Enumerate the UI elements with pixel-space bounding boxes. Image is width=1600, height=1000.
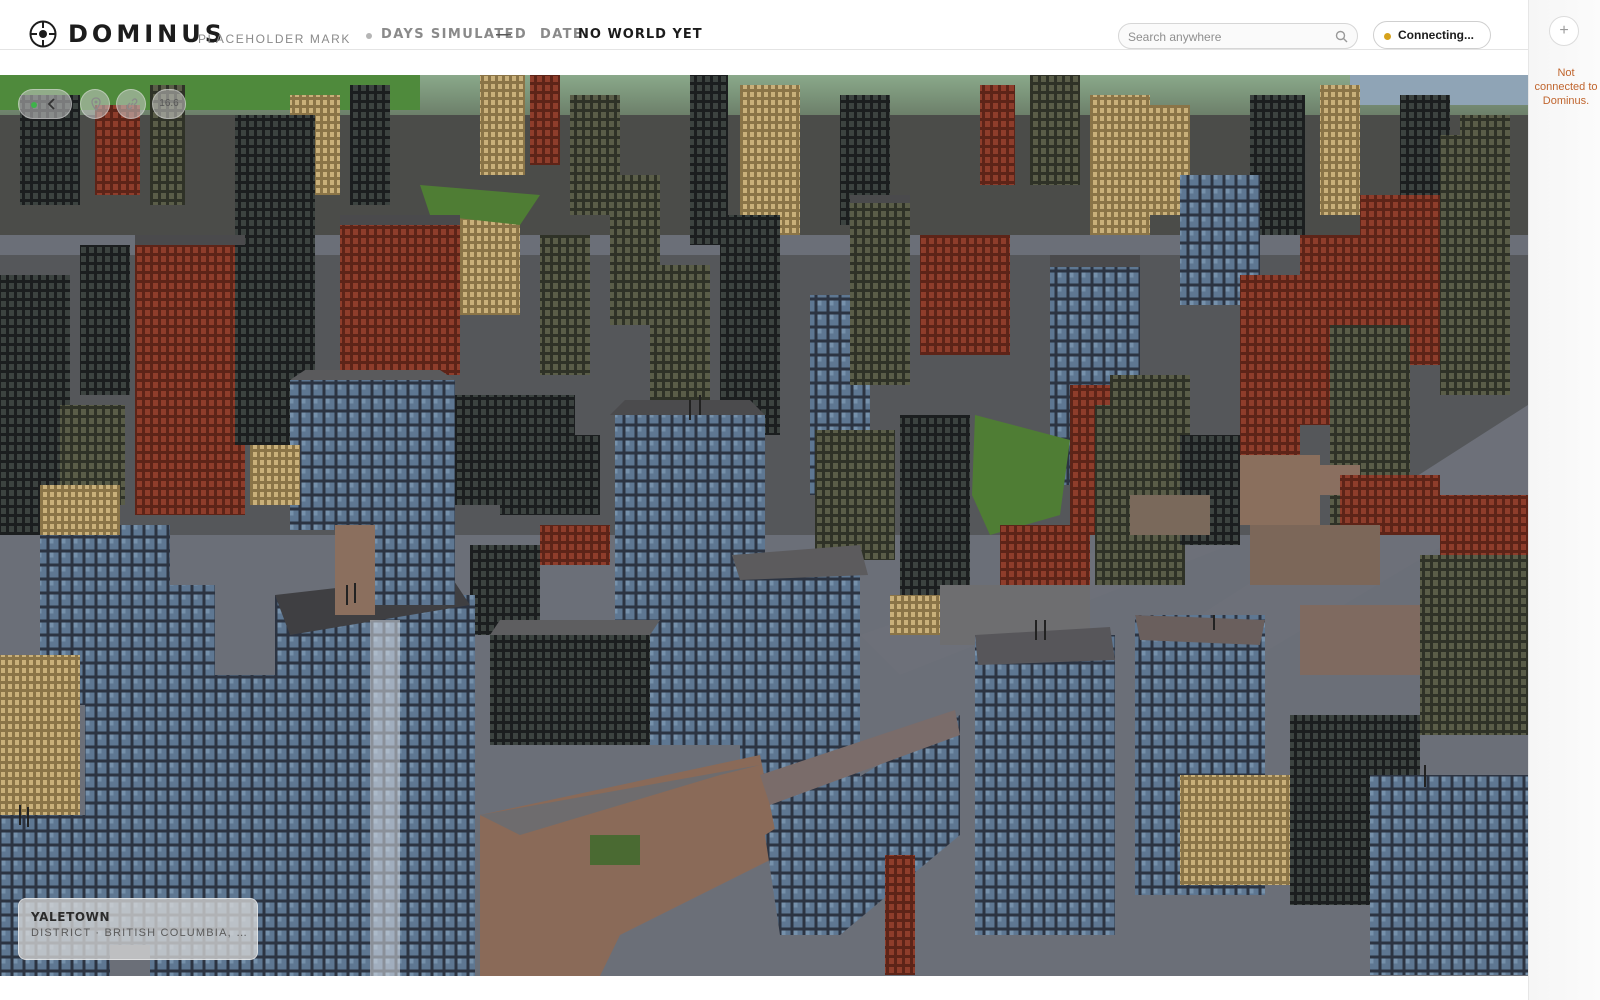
location-card[interactable]: YALETOWN DISTRICT · BRITISH COLUMBIA, CA… [18,898,258,960]
link-icon [126,98,138,110]
top-bar: DOMINUS PLACEHOLDER MARK DAYS SIMULATED … [0,0,1528,50]
search-icon[interactable] [1335,30,1348,43]
connection-status-button[interactable]: Connecting... [1373,21,1491,49]
right-side-panel: + Not connected to Dominus. [1528,0,1600,1000]
map-pin-button[interactable] [80,89,110,119]
city-3d-viewport[interactable]: 16.6 YALETOWN DISTRICT · BRITISH COLUMBI… [0,75,1528,976]
bottom-strip [0,976,1528,1000]
chevron-left-icon [47,98,55,110]
city-render [0,75,1528,976]
zoom-level[interactable]: 16.6 [152,89,186,119]
link-button[interactable] [116,89,146,119]
connection-warning-text: Not connected to Dominus. [1534,67,1598,107]
connection-status-label: Connecting... [1398,28,1474,42]
location-name: YALETOWN [31,910,111,924]
back-button[interactable] [18,89,72,119]
days-simulated-value: — [496,26,511,43]
add-button[interactable]: + [1549,16,1579,46]
date-label: DATE [540,27,584,42]
location-subtitle: DISTRICT · BRITISH COLUMBIA, CA... [31,927,251,939]
placeholder-mark: PLACEHOLDER MARK [198,32,351,46]
search-input[interactable] [1128,28,1328,46]
date-value: NO WORLD YET [578,27,703,42]
crosshair-logo-icon [29,20,57,48]
connection-status-dot [1384,33,1391,40]
days-status-dot [366,33,372,39]
online-dot [31,102,37,108]
map-pin-icon [91,97,101,111]
search-box [1118,23,1358,49]
